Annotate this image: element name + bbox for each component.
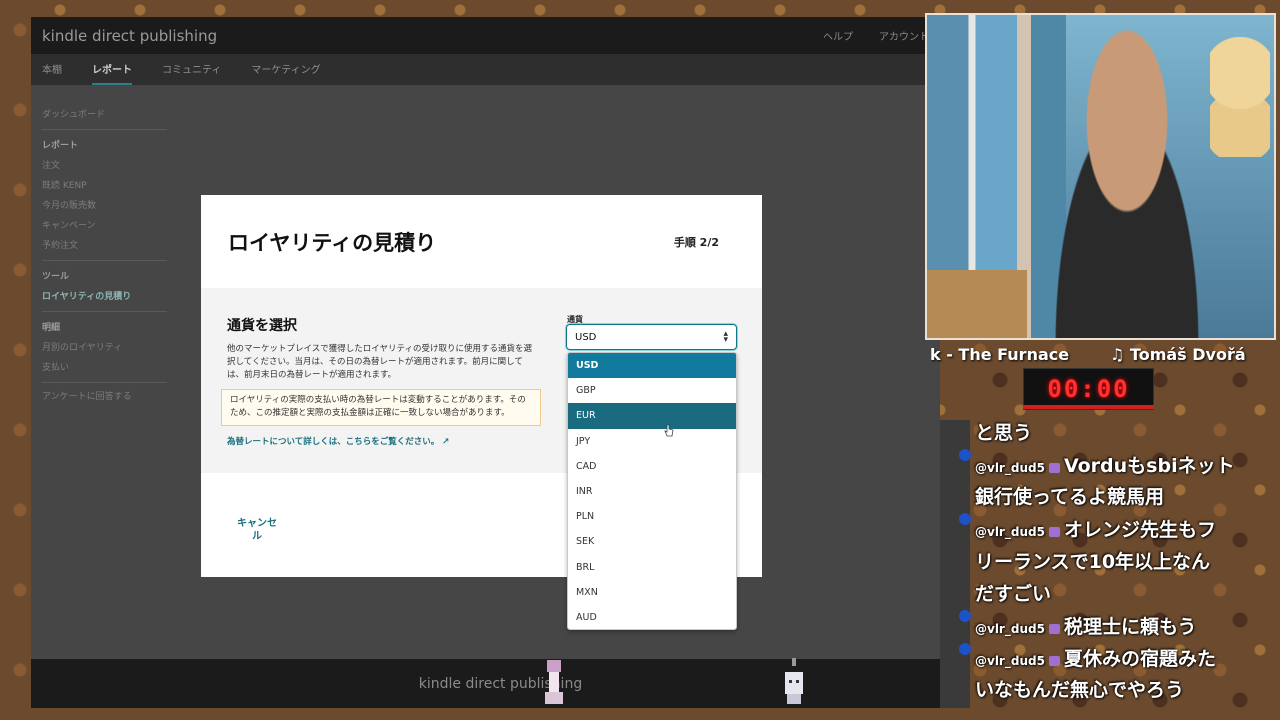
kdp-logo[interactable]: kindle direct publishing xyxy=(42,27,217,45)
chat-user-icon xyxy=(959,610,971,622)
subscriber-badge-icon xyxy=(1048,656,1060,666)
currency-option-cad[interactable]: CAD xyxy=(568,454,736,479)
currency-option-aud[interactable]: AUD xyxy=(568,605,736,629)
sidebar-item-royalty-estimator[interactable]: ロイヤリティの見積り xyxy=(42,287,172,307)
sidebar-head-tools: ツール xyxy=(42,272,70,282)
sidebar-item-payments[interactable]: 支払い xyxy=(42,358,172,378)
ticker-text-2: ♫ Tomáš Dvořá xyxy=(1110,345,1246,364)
currency-option-usd[interactable]: USD xyxy=(568,353,736,379)
cancel-button[interactable]: キャンセル xyxy=(236,517,278,543)
sidebar-item-preorders[interactable]: 予約注文 xyxy=(42,236,172,256)
tab-reports[interactable]: レポート xyxy=(92,61,132,85)
pixel-creature-sprite xyxy=(785,658,803,704)
chat-username: @vlr_dud5 xyxy=(975,622,1045,636)
sidebar: ダッシュボード レポート 注文 既読 KENP 今月の販売数 キャンペーン 予約… xyxy=(42,105,172,407)
chat-message: @vlr_dud5 Vorduもsbiネット xyxy=(975,455,1235,477)
pixel-character-sprite xyxy=(545,660,563,704)
currency-option-mxn[interactable]: MXN xyxy=(568,580,736,605)
tab-bookshelf[interactable]: 本棚 xyxy=(42,61,62,85)
chat-background xyxy=(940,420,970,708)
currency-select[interactable]: USD ▴ ▾ xyxy=(566,324,737,350)
streamer-image xyxy=(1027,25,1227,338)
currency-option-inr[interactable]: INR xyxy=(568,479,736,504)
select-arrows-icon: ▴ ▾ xyxy=(723,329,728,345)
sidebar-item-monthly-royalty[interactable]: 月別のロイヤリティ xyxy=(42,338,172,358)
teddy-bear-image xyxy=(1210,37,1270,157)
kdp-header: kindle direct publishing ヘルプ アカウント xyxy=(31,17,940,54)
chat-message: @vlr_dud5 オレンジ先生もフ xyxy=(975,519,1216,541)
modal-title: ロイヤリティの見積り xyxy=(228,230,437,255)
stream-timer: 00:00 xyxy=(1023,368,1154,410)
sidebar-item-dashboard[interactable]: ダッシュボード xyxy=(42,105,172,125)
sidebar-item-orders[interactable]: 注文 xyxy=(42,156,172,176)
chat-user-icon xyxy=(959,513,971,525)
external-link-icon: ↗ xyxy=(442,437,450,447)
sidebar-head-reports: レポート xyxy=(42,141,79,151)
currency-option-gbp[interactable]: GBP xyxy=(568,378,736,403)
sidebar-item-survey[interactable]: アンケートに回答する xyxy=(42,387,172,407)
chat-username: @vlr_dud5 xyxy=(975,654,1045,668)
section-title: 通貨を選択 xyxy=(227,318,297,334)
webcam-feed xyxy=(925,13,1276,340)
chat-line: と思う xyxy=(975,422,1033,444)
chat-username: @vlr_dud5 xyxy=(975,525,1045,539)
subscriber-badge-icon xyxy=(1048,527,1060,537)
chat-line: だすごい xyxy=(975,583,1052,605)
exchange-rate-alert: ロイヤリティの実際の支払い時の為替レートは変動することがあります。そのため、この… xyxy=(221,389,541,426)
currency-option-eur[interactable]: EUR xyxy=(568,403,736,429)
sidebar-item-campaigns[interactable]: キャンペーン xyxy=(42,216,172,236)
now-playing-ticker: k - The Furnace ♫ Tomáš Dvořá xyxy=(925,343,1280,367)
exchange-rate-link[interactable]: 為替レートについて詳しくは、こちらをご覧ください。 ↗ xyxy=(227,435,449,447)
account-link[interactable]: アカウント xyxy=(879,28,929,43)
chat-line: リーランスで10年以上なん xyxy=(975,551,1211,573)
sidebar-head-statements: 明細 xyxy=(42,323,61,333)
currency-select-value: USD xyxy=(575,331,597,343)
chat-message: @vlr_dud5 夏休みの宿題みた xyxy=(975,648,1216,670)
timer-bar xyxy=(1023,405,1154,409)
currency-option-sek[interactable]: SEK xyxy=(568,529,736,554)
chat-line: いなもんだ無心でやろう xyxy=(975,679,1185,701)
chat-user-icon xyxy=(959,643,971,655)
section-description: 他のマーケットプレイスで獲得したロイヤリティの受け取りに使用する通貨を選択してく… xyxy=(227,344,532,380)
chat-username: @vlr_dud5 xyxy=(975,461,1045,475)
currency-option-pln[interactable]: PLN xyxy=(568,504,736,529)
chat-line: 銀行使ってるよ競馬用 xyxy=(975,486,1165,508)
currency-option-jpy[interactable]: JPY xyxy=(568,429,736,454)
ticker-text-1: k - The Furnace xyxy=(930,345,1070,364)
currency-dropdown-list: USD GBP EUR JPY CAD INR PLN SEK BRL MXN … xyxy=(567,352,737,630)
kdp-nav-tabs: 本棚 レポート コミュニティ マーケティング xyxy=(31,54,940,85)
currency-option-brl[interactable]: BRL xyxy=(568,555,736,580)
subscriber-badge-icon xyxy=(1048,463,1060,473)
timer-value: 00:00 xyxy=(1047,375,1130,403)
tab-marketing[interactable]: マーケティング xyxy=(251,61,320,85)
step-indicator: 手順 2/2 xyxy=(673,235,719,249)
chat-user-icon xyxy=(959,449,971,461)
chat-message: @vlr_dud5 税理士に頼もう xyxy=(975,616,1197,638)
subscriber-badge-icon xyxy=(1048,624,1060,634)
sidebar-item-kenp[interactable]: 既読 KENP xyxy=(42,176,172,196)
help-link[interactable]: ヘルプ xyxy=(823,28,853,43)
sidebar-item-month-sales[interactable]: 今月の販売数 xyxy=(42,196,172,216)
tab-community[interactable]: コミュニティ xyxy=(162,61,221,85)
hand-cursor-icon xyxy=(664,424,674,437)
